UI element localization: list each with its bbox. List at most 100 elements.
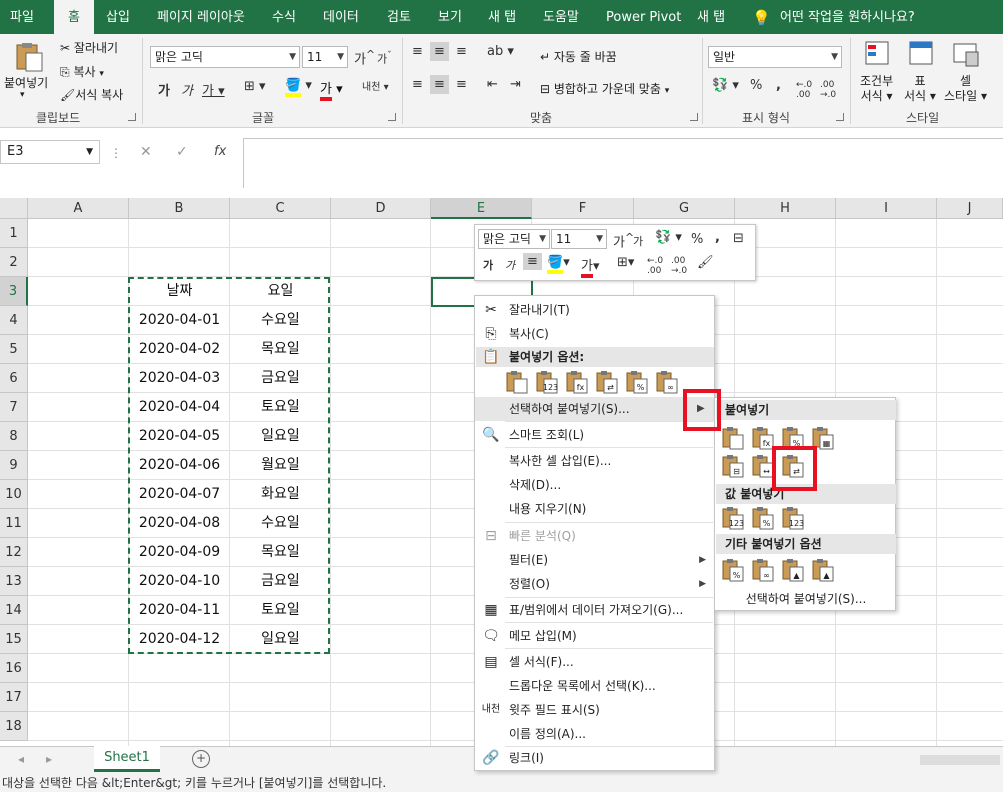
cell-styles-button[interactable]: 셀 스타일 ▾	[944, 74, 987, 104]
sheet-tab-sheet1[interactable]: Sheet1	[94, 746, 160, 772]
sub-values-icon[interactable]: 123	[721, 506, 745, 530]
formula-input[interactable]	[243, 138, 1003, 188]
orientation-icon[interactable]: ab ▾	[487, 44, 514, 59]
tab-view[interactable]: 보기	[438, 0, 462, 34]
date-cell[interactable]: 2020-04-06	[129, 451, 230, 480]
decrease-decimal-icon[interactable]: .00 →.0	[671, 256, 687, 276]
cut-button[interactable]: ✂ 잘라내기	[60, 39, 118, 56]
sub-no-borders-icon[interactable]: ⊟	[721, 454, 745, 478]
tab-insert[interactable]: 삽입	[106, 0, 130, 34]
column-header-a[interactable]: A	[28, 198, 129, 219]
paste-icon[interactable]	[505, 370, 529, 394]
decrease-decimal-icon[interactable]: .00 →.0	[820, 80, 836, 100]
bold-icon[interactable]: 가	[483, 257, 493, 273]
align-right-icon[interactable]: ≡	[456, 77, 467, 92]
header-cell-weekday[interactable]: 요일	[230, 277, 331, 306]
date-cell[interactable]: 2020-04-12	[129, 625, 230, 654]
sub-paste-icon[interactable]	[721, 426, 745, 450]
format-painter-button[interactable]: 🖌서식 복사	[60, 86, 123, 103]
fill-color-icon[interactable]: 🪣 ▾	[285, 78, 312, 97]
conditional-format-button[interactable]: 조건부 서식 ▾	[860, 74, 893, 104]
tab-formulas[interactable]: 수식	[272, 0, 296, 34]
center-align-icon[interactable]: ≡	[523, 253, 542, 270]
row-header-12[interactable]: 12	[0, 538, 28, 567]
date-cell[interactable]: 2020-04-02	[129, 335, 230, 364]
column-header-f[interactable]: F	[532, 198, 634, 219]
tab-home[interactable]: 홈	[54, 0, 94, 35]
font-name-combo[interactable]: 맑은 고딕 ▼	[150, 46, 300, 68]
brush-icon[interactable]: 🖌	[697, 255, 714, 270]
select-all-button[interactable]	[0, 198, 28, 219]
menu-smart-lookup[interactable]: 🔍 스마트 조회(L)	[475, 423, 714, 447]
row-header-10[interactable]: 10	[0, 480, 28, 509]
menu-link[interactable]: 🔗 링크(I)	[475, 746, 714, 770]
date-cell[interactable]: 2020-04-07	[129, 480, 230, 509]
tab-review[interactable]: 검토	[387, 0, 411, 34]
cancel-icon[interactable]: ✕	[140, 144, 152, 160]
increase-decimal-icon[interactable]: ←.0.00	[796, 80, 812, 100]
sub-picture-icon[interactable]: ▲	[781, 558, 805, 582]
menu-delete[interactable]: 삭제(D)...	[475, 473, 714, 497]
row-header-4[interactable]: 4	[0, 306, 28, 335]
weekday-cell[interactable]: 일요일	[230, 422, 331, 451]
row-header-7[interactable]: 7	[0, 393, 28, 422]
menu-insert-copied[interactable]: 복사한 셀 삽입(E)...	[475, 449, 714, 473]
paste-link-icon[interactable]: ∞	[655, 370, 679, 394]
header-cell-date[interactable]: 날짜	[129, 277, 230, 306]
menu-insert-comment[interactable]: 🗨 메모 삽입(M)	[475, 624, 714, 648]
date-cell[interactable]: 2020-04-09	[129, 538, 230, 567]
date-cell[interactable]: 2020-04-11	[129, 596, 230, 625]
menu-paste-special[interactable]: 선택하여 붙여넣기(S)...	[475, 397, 714, 421]
align-middle-icon[interactable]: ≡	[430, 42, 449, 61]
weekday-cell[interactable]: 화요일	[230, 480, 331, 509]
name-box[interactable]: E3 ▼	[0, 140, 100, 164]
border-icon[interactable]: ⊞▾	[617, 255, 634, 270]
row-header-1[interactable]: 1	[0, 219, 28, 248]
date-cell[interactable]: 2020-04-04	[129, 393, 230, 422]
weekday-cell[interactable]: 금요일	[230, 364, 331, 393]
align-center-icon[interactable]: ≡	[430, 75, 449, 94]
italic-icon[interactable]: 가	[181, 80, 193, 99]
column-header-c[interactable]: C	[230, 198, 331, 219]
date-cell[interactable]: 2020-04-08	[129, 509, 230, 538]
tab-data[interactable]: 데이터	[323, 0, 359, 34]
underline-icon[interactable]: 가 ▾	[202, 80, 225, 99]
paste-values-icon[interactable]: 123	[535, 370, 559, 394]
increase-indent-icon[interactable]: ⇥	[510, 77, 521, 92]
insert-function-icon[interactable]: fx	[214, 144, 226, 159]
shrink-font-icon[interactable]: 가ˇ	[377, 50, 392, 67]
submenu-paste-special[interactable]: 선택하여 붙여넣기(S)...	[716, 588, 896, 610]
chevron-down-icon[interactable]: ▾	[20, 90, 25, 100]
format-painter-icon[interactable]: ⊟	[733, 231, 744, 246]
format-as-table-button[interactable]: 표 서식 ▾	[904, 74, 936, 104]
menu-format-cells[interactable]: ▤ 셀 서식(F)...	[475, 650, 714, 674]
paste-button[interactable]: 붙여넣기	[4, 74, 48, 91]
enter-icon[interactable]: ✓	[176, 144, 188, 160]
row-header-2[interactable]: 2	[0, 248, 28, 277]
border-icon[interactable]: ⊞ ▾	[244, 79, 266, 94]
percent-icon[interactable]: %	[691, 232, 703, 247]
percent-icon[interactable]: %	[750, 78, 762, 93]
date-cell[interactable]: 2020-04-01	[129, 306, 230, 335]
font-launcher-icon[interactable]	[388, 113, 396, 121]
align-bottom-icon[interactable]: ≡	[456, 44, 467, 59]
copy-button[interactable]: ⎘ 복사 ▾	[60, 63, 104, 80]
weekday-cell[interactable]: 목요일	[230, 538, 331, 567]
row-header-13[interactable]: 13	[0, 567, 28, 596]
column-header-j[interactable]: J	[937, 198, 1003, 219]
row-header-18[interactable]: 18	[0, 712, 28, 741]
accounting-icon[interactable]: 💱 ▾	[655, 230, 682, 245]
menu-clear[interactable]: 내용 지우기(N)	[475, 497, 714, 521]
row-header-5[interactable]: 5	[0, 335, 28, 364]
bold-icon[interactable]: 가	[158, 80, 170, 99]
sub-formatting-icon[interactable]: %	[721, 558, 745, 582]
prev-sheet-icon[interactable]: ◂	[18, 752, 24, 766]
shrink-font-icon[interactable]: 가	[633, 233, 643, 249]
increase-decimal-icon[interactable]: ←.0.00	[647, 256, 663, 276]
row-header-14[interactable]: 14	[0, 596, 28, 625]
menu-phonetic[interactable]: 내천 윗주 필드 표시(S)	[475, 698, 714, 722]
row-header-16[interactable]: 16	[0, 654, 28, 683]
fill-color-icon[interactable]: 🪣▾	[547, 255, 570, 274]
next-sheet-icon[interactable]: ▸	[46, 752, 52, 766]
chevron-right-icon[interactable]: ▶	[697, 403, 705, 414]
